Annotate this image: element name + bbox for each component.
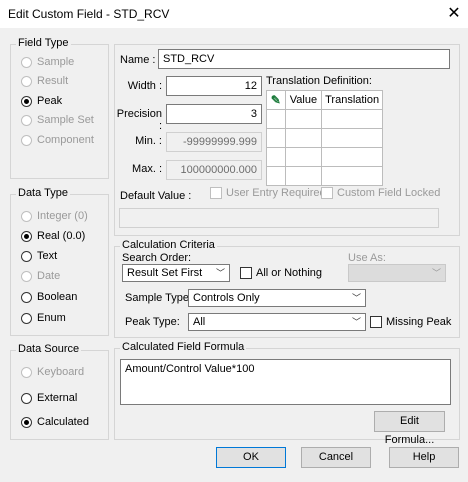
sample-type-select[interactable]: Controls Only ﹀ (188, 289, 366, 307)
formula-field[interactable]: Amount/Control Value*100 (120, 359, 451, 405)
default-value-field[interactable] (119, 208, 439, 228)
cancel-button[interactable]: Cancel (301, 447, 371, 468)
use-as-label: Use As: (348, 252, 386, 264)
radio-external[interactable]: External (21, 392, 77, 404)
min-field[interactable]: -99999999.999 (166, 132, 262, 152)
help-button[interactable]: Help (389, 447, 459, 468)
radio-calculated[interactable]: Calculated (21, 416, 89, 428)
radio-circle (21, 270, 32, 282)
translation-edit-icon[interactable]: ✎ (266, 90, 286, 110)
chevron-down-icon: ﹀ (351, 317, 361, 327)
title-bar: Edit Custom Field - STD_RCV ✕ (0, 0, 468, 28)
radio-circle (21, 114, 32, 126)
radio-circle (21, 134, 32, 146)
radio-circle (21, 291, 32, 303)
chevron-down-icon: ﹀ (215, 268, 225, 278)
radio-real[interactable]: Real (0.0) (21, 230, 85, 242)
table-row[interactable] (266, 166, 383, 186)
translation-label: Translation Definition: (266, 75, 372, 87)
window-title: Edit Custom Field - STD_RCV (8, 7, 170, 21)
close-icon[interactable]: ✕ (446, 3, 462, 23)
checkbox-box (240, 267, 252, 279)
max-field[interactable]: 100000000.000 (166, 160, 262, 180)
radio-circle (21, 366, 32, 378)
max-label: Max. : (132, 163, 162, 175)
ok-button[interactable]: OK (216, 447, 286, 468)
column-translation: Translation (321, 90, 383, 110)
calculation-criteria-title: Calculation Criteria (120, 239, 217, 251)
all-or-nothing-checkbox[interactable]: All or Nothing (240, 267, 322, 279)
radio-circle (21, 230, 32, 242)
checkbox-box (210, 187, 222, 199)
min-label: Min. : (135, 135, 162, 147)
radio-date[interactable]: Date (21, 270, 60, 282)
radio-sample-set[interactable]: Sample Set (21, 114, 94, 126)
radio-circle (21, 210, 32, 222)
field-type-title: Field Type (16, 37, 71, 49)
precision-field[interactable]: 3 (166, 104, 262, 124)
missing-peak-checkbox[interactable]: Missing Peak (370, 316, 451, 328)
radio-circle (21, 250, 32, 262)
use-as-select[interactable]: ﹀ (348, 264, 446, 282)
peak-type-select[interactable]: All ﹀ (188, 313, 366, 331)
radio-circle (21, 75, 32, 87)
width-field[interactable]: 12 (166, 76, 262, 96)
user-entry-required-checkbox[interactable]: User Entry Required (210, 187, 326, 199)
radio-integer[interactable]: Integer (0) (21, 210, 88, 222)
search-order-label: Search Order: (122, 252, 192, 264)
radio-circle (21, 56, 32, 68)
radio-peak[interactable]: Peak (21, 95, 62, 107)
width-label: Width : (127, 80, 162, 92)
default-value-label: Default Value : (120, 190, 192, 202)
search-order-select[interactable]: Result Set First ﹀ (122, 264, 230, 282)
radio-keyboard[interactable]: Keyboard (21, 366, 84, 378)
custom-field-locked-checkbox[interactable]: Custom Field Locked (321, 187, 440, 199)
radio-enum[interactable]: Enum (21, 312, 66, 324)
radio-circle (21, 392, 32, 404)
table-row[interactable] (266, 109, 383, 129)
radio-sample[interactable]: Sample (21, 56, 74, 68)
radio-text[interactable]: Text (21, 250, 57, 262)
radio-circle (21, 416, 32, 428)
radio-circle (21, 312, 32, 324)
table-row[interactable] (266, 147, 383, 167)
radio-boolean[interactable]: Boolean (21, 291, 77, 303)
data-source-title: Data Source (16, 343, 82, 355)
chevron-down-icon: ﹀ (351, 293, 361, 303)
radio-result[interactable]: Result (21, 75, 68, 87)
formula-title: Calculated Field Formula (120, 341, 247, 353)
precision-label: Precision : (116, 108, 162, 132)
peak-type-label: Peak Type: (125, 316, 180, 328)
edit-formula-button[interactable]: Edit Formula... (374, 411, 445, 446)
sample-type-label: Sample Type: (125, 292, 193, 304)
checkbox-box (370, 316, 382, 328)
translation-table[interactable]: ✎ Value Translation (266, 90, 383, 186)
name-field[interactable]: STD_RCV (158, 49, 450, 69)
data-type-title: Data Type (16, 187, 70, 199)
table-row[interactable] (266, 128, 383, 148)
column-value: Value (284, 90, 323, 110)
name-label: Name : (120, 54, 156, 66)
radio-component[interactable]: Component (21, 134, 94, 146)
chevron-down-icon: ﹀ (431, 268, 441, 278)
checkbox-box (321, 187, 333, 199)
radio-circle (21, 95, 32, 107)
